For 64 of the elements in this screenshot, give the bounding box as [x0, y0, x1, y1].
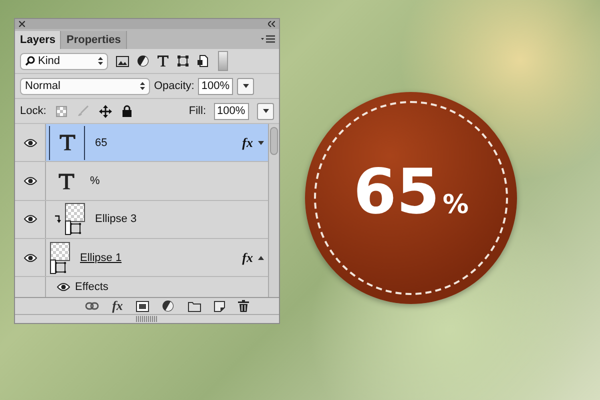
text-layer-thumbnail-icon	[58, 172, 74, 190]
stepper-arrows-icon	[98, 57, 103, 65]
eye-icon[interactable]	[24, 215, 36, 224]
link-icon[interactable]	[85, 302, 100, 310]
layer-row[interactable]: 65 fx	[15, 124, 268, 162]
caret-icon	[262, 109, 268, 113]
shape-filter-icon[interactable]	[177, 55, 189, 67]
fx-label: fx	[242, 250, 253, 266]
mask-icon[interactable]	[136, 300, 149, 312]
eye-icon[interactable]	[24, 254, 36, 262]
adjustment-icon[interactable]	[162, 300, 175, 312]
new-layer-icon[interactable]	[214, 300, 225, 312]
filter-dropdown[interactable]: Kind	[20, 52, 108, 70]
layer-name: 65	[95, 136, 108, 149]
blend-mode-value: Normal	[25, 80, 60, 92]
adjustment-filter-icon[interactable]	[137, 55, 149, 67]
layer-row[interactable]: %	[15, 162, 268, 201]
fx-label: fx	[242, 134, 253, 151]
lock-icon[interactable]	[122, 105, 132, 117]
caret-icon	[242, 84, 249, 88]
layer-name: %	[90, 175, 100, 188]
shape-layer-thumbnail	[65, 203, 85, 236]
trash-icon[interactable]	[238, 300, 249, 312]
opacity-field[interactable]: 100%	[198, 78, 234, 94]
eye-icon[interactable]	[24, 177, 36, 186]
menu-icon[interactable]	[261, 35, 275, 43]
lock-transparency-icon[interactable]	[56, 106, 68, 116]
collapse-icon[interactable]	[268, 21, 275, 27]
scroll-thumb[interactable]	[270, 127, 278, 155]
layer-name: Ellipse 3	[95, 213, 137, 226]
panel-tab[interactable]: Properties	[61, 31, 127, 49]
text-layer-thumbnail-icon	[58, 134, 76, 152]
filter-toggle[interactable]	[218, 51, 228, 71]
layer-name: Ellipse 1	[80, 252, 122, 264]
collapse-caret-icon[interactable]	[258, 256, 264, 260]
lock-label: Lock:	[20, 105, 46, 117]
panel-tab[interactable]: Layers	[15, 31, 62, 49]
blend-mode-dropdown[interactable]: Normal	[20, 78, 150, 94]
eye-icon[interactable]	[57, 283, 70, 292]
folder-icon[interactable]	[188, 300, 201, 312]
fill-dropdown-button[interactable]	[257, 102, 274, 120]
fill-label: Fill:	[188, 105, 206, 117]
fill-field[interactable]: 100%	[214, 102, 249, 120]
layer-row[interactable]: Ellipse 1 fx	[15, 239, 268, 278]
badge-percent: %	[442, 190, 469, 220]
opacity-dropdown-button[interactable]	[237, 78, 254, 94]
close-icon[interactable]	[19, 21, 25, 27]
layer-row[interactable]: Ellipse 3	[15, 200, 268, 240]
badge-number: 65	[353, 156, 440, 228]
search-icon	[25, 56, 35, 66]
image-filter-icon[interactable]	[116, 56, 129, 66]
scrollbar[interactable]	[268, 124, 279, 297]
expand-caret-icon[interactable]	[258, 140, 264, 145]
move-icon[interactable]	[99, 104, 112, 118]
fx-button[interactable]: fx	[112, 298, 123, 314]
effects-label: Effects	[75, 281, 108, 294]
resize-grip[interactable]	[136, 316, 158, 322]
type-filter-icon[interactable]	[157, 55, 169, 67]
filter-value: Kind	[38, 55, 60, 67]
eye-icon[interactable]	[24, 138, 36, 147]
stepper-arrows-icon	[140, 82, 145, 90]
smart-object-filter-icon[interactable]	[197, 55, 208, 67]
shape-layer-thumbnail	[50, 242, 70, 274]
opacity-label: Opacity:	[154, 80, 194, 92]
